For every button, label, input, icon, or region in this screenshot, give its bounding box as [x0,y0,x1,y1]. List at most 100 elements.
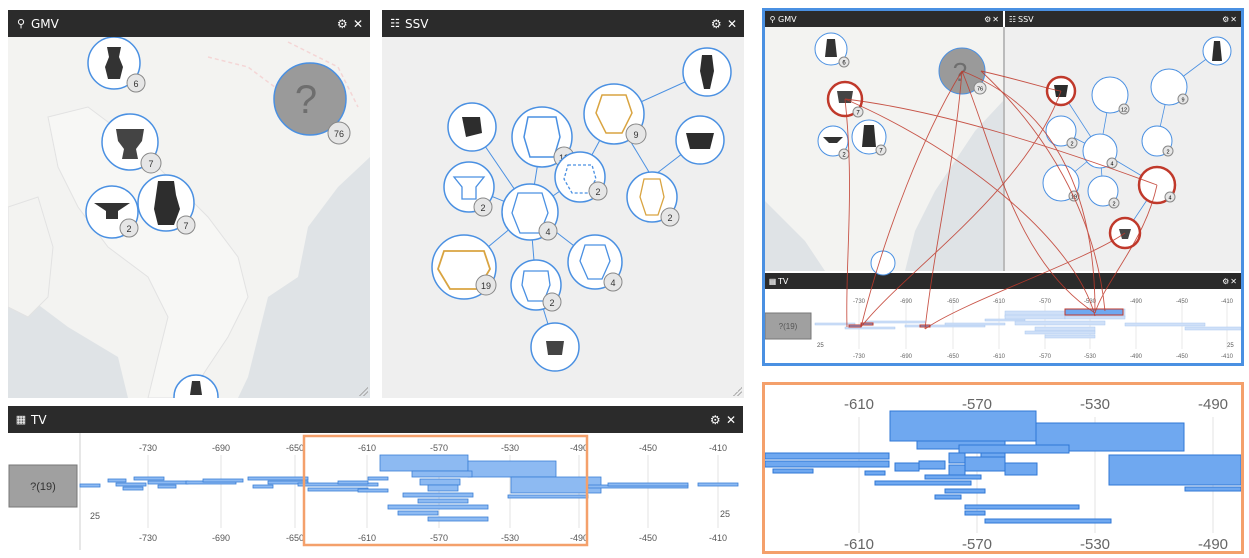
mini-tick-bottom: -450 [1176,354,1189,360]
settings-icon[interactable]: ⚙ [711,17,723,31]
mini-period-bar[interactable] [1044,334,1096,339]
tv-period-bar[interactable] [387,504,489,510]
tv-period-bar[interactable] [122,486,144,491]
tv-period-bar[interactable] [427,484,459,492]
tv-period-bar[interactable] [427,516,489,522]
tv-period-bar[interactable] [115,482,147,487]
zoom-period-bar[interactable] [889,410,1037,442]
ssv-node[interactable] [675,115,725,165]
mini-gmv-cluster[interactable]: 7 [851,119,887,156]
resize-handle[interactable] [732,386,742,396]
zoom-period-bar[interactable] [924,474,982,480]
gmv-map-svg[interactable]: 6 7 2 7 ? 76 [8,36,370,398]
tv-period-bar[interactable] [397,510,439,516]
mini-selected-bar[interactable] [848,324,862,328]
tv-period-bar[interactable] [337,480,369,485]
mini-period-bar[interactable] [1064,315,1126,320]
unknown-mark: ? [295,78,317,122]
tv-period-bar[interactable] [133,476,165,481]
tv-period-bar[interactable] [402,492,474,498]
zoom-period-bar[interactable] [1184,486,1241,492]
ssv-node[interactable]: 19 [431,234,497,300]
zoom-period-bar[interactable] [864,470,886,476]
mini-right-count: 25 [1227,343,1234,349]
zoom-period-bar[interactable] [894,462,920,472]
zoom-period-bar[interactable] [984,518,1112,524]
gmv-map[interactable]: 6 7 2 7 ? 76 [8,36,370,398]
close-icon[interactable]: ✕ [353,17,364,31]
mini-gmv-cluster[interactable] [870,250,896,276]
mini-period-bar[interactable] [1004,314,1066,320]
zoom-period-bar[interactable] [964,504,1080,510]
mini-period-bar[interactable] [1184,326,1241,331]
tv-left-count: 25 [90,511,100,521]
ssv-node[interactable] [447,102,497,152]
tv-period-bar[interactable] [507,494,589,499]
gmv-cluster[interactable]: 2 [85,185,139,239]
tv-period-bar[interactable] [467,460,557,478]
zoom-period-bar[interactable] [765,452,890,460]
zoom-period-bar[interactable] [958,444,1070,454]
mini-period-bar[interactable] [944,322,1006,326]
zoom-period-bar[interactable] [964,510,986,516]
zoom-period-bar[interactable] [918,460,946,470]
ssv-graph[interactable]: 12 9 2 2 [382,37,744,398]
mini-period-bar[interactable] [1024,330,1096,335]
ssv-node[interactable] [530,322,580,372]
tv-period-bar[interactable] [202,478,244,483]
zoom-period-bar[interactable] [765,460,890,468]
zoom-period-bar[interactable] [1108,454,1241,486]
tv-unknown-bucket[interactable]: ?(19) [8,464,78,508]
zoom-period-bar[interactable] [948,464,966,476]
zoom-period-bar[interactable] [772,468,814,474]
zoomed-timeline-svg[interactable]: -610 -610 -570 -570 -530 -530 -490 -490 [765,385,1241,551]
tv-period-bar[interactable] [252,484,274,489]
tv-period-bar[interactable] [419,478,461,486]
close-icon[interactable]: ✕ [726,413,737,427]
mini-ssv-node[interactable]: 4 [1082,133,1118,169]
tv-period-bar[interactable] [417,498,469,504]
tv-period-bar[interactable] [79,483,101,488]
mini-tick-top: -650 [947,299,960,305]
zoomed-timeline[interactable]: -610 -610 -570 -570 -530 -530 -490 -490 [762,382,1244,554]
tv-period-bar[interactable] [107,478,127,483]
close-icon[interactable]: ✕ [727,17,738,31]
zoom-period-bar[interactable] [964,456,1006,472]
mini-period-bar[interactable] [1034,326,1096,332]
tv-period-bar[interactable] [247,476,309,481]
mini-ssv-node[interactable]: 12 [1091,76,1130,115]
tv-period-bar[interactable] [411,470,473,478]
zoom-period-bar[interactable] [934,494,962,500]
settings-icon[interactable]: ⚙ [337,17,349,31]
tv-period-bar[interactable] [379,454,469,472]
ssv-graph-svg[interactable]: 12 9 2 2 [382,37,744,398]
mini-period-bar[interactable] [1124,322,1206,327]
mini-ssv-node[interactable] [1202,36,1232,66]
mini-ssv-node[interactable]: 2 [1141,125,1174,157]
mini-period-bar[interactable] [864,320,926,324]
zoom-period-bar[interactable] [874,480,972,486]
zoom-period-bar[interactable] [948,452,966,464]
tv-period-bar[interactable] [607,482,689,487]
ssv-node[interactable]: 4 [501,183,559,241]
settings-icon[interactable]: ⚙ [710,413,722,427]
cluster-count: 7 [183,221,188,231]
tv-period-bar[interactable] [367,476,389,481]
tv-timeline[interactable]: ?(19) 25 25 -730 -730 -690 -690 -650 -650 -610… [8,433,743,550]
mini-period-bar[interactable] [984,318,1026,322]
ssv-node[interactable] [682,47,732,97]
tv-tick-bottom: -530 [501,533,519,543]
tv-period-bar[interactable] [697,482,739,487]
mini-overlay-svg[interactable]: 6 7 2 7 ?76 12 9 2 2 4 19 2 4 ?(19) 25 2… [765,11,1241,363]
tv-period-bar[interactable] [147,480,189,485]
zoom-period-bar[interactable] [1004,462,1038,476]
tv-timeline-svg[interactable]: ?(19) 25 25 -730 -730 -690 -690 -650 -650 -610… [8,433,743,550]
tv-period-bar[interactable] [157,484,177,489]
ssv-node[interactable]: 2 [510,259,562,312]
tv-period-bar[interactable] [357,488,389,493]
zoom-period-bar[interactable] [944,488,986,494]
resize-handle[interactable] [358,386,368,396]
mini-period-bar[interactable] [1014,320,1106,326]
mini-period-bar[interactable] [904,324,986,328]
mini-ssv-node[interactable]: 9 [1150,68,1189,106]
